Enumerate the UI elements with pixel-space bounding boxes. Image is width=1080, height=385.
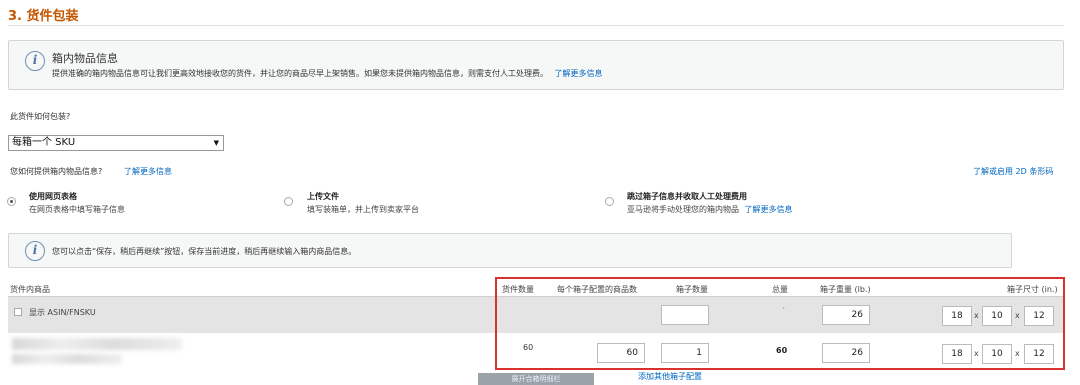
provide-learn-more-link[interactable]: 了解更多信息 (124, 166, 172, 177)
notice-text: 您可以点击“保存，稍后再继续”按钮，保存当前进度，稍后再继续输入箱内商品信息。 (52, 247, 357, 256)
blurred-product-sku (12, 354, 122, 364)
col-header-product: 货件内商品 (10, 285, 50, 294)
info-icon: i (25, 51, 45, 71)
option-web-form-desc: 在网页表格中填写箱子信息 (29, 205, 125, 214)
packing-question: 此货件如何包装? (10, 112, 71, 121)
info-panel-title: 箱内物品信息 (52, 52, 118, 65)
show-asin-label: 显示 ASIN/FNSKU (29, 308, 96, 317)
expand-box-details-button[interactable]: 展开合箱明细栏 (478, 373, 594, 385)
section-divider (8, 25, 1064, 26)
save-progress-notice: i 您可以点击“保存，稍后再继续”按钮，保存当前进度，稍后再继续输入箱内商品信息… (8, 233, 1012, 268)
option-upload-title: 上传文件 (307, 192, 339, 201)
option-upload-desc: 填写装箱单，并上传到卖家平台 (307, 205, 419, 214)
show-asin-checkbox[interactable] (14, 308, 22, 316)
option-skip-learn-more-link[interactable]: 了解更多信息 (745, 205, 793, 214)
info-icon: i (25, 241, 45, 261)
info-panel-text: 提供准确的箱内物品信息可让我们更高效地接收您的货件，并让您的商品尽早上架销售。如… (52, 68, 603, 79)
provide-info-question: 您如何提供箱内物品信息? (10, 167, 103, 176)
option-upload-radio[interactable] (284, 197, 293, 206)
blurred-product-name (12, 338, 182, 350)
packing-type-value: 每箱一个 SKU (12, 137, 76, 148)
info-learn-more-link[interactable]: 了解更多信息 (555, 69, 603, 78)
option-web-form-title: 使用网页表格 (29, 192, 77, 201)
option-skip-desc: 亚马逊将手动处理您的箱内物品 (627, 205, 739, 214)
info-panel-description: 提供准确的箱内物品信息可让我们更高效地接收您的货件，并让您的商品尽早上架销售。如… (52, 69, 548, 78)
dropdown-caret-icon: ▼ (213, 139, 219, 147)
add-box-config-link[interactable]: 添加其他箱子配置 (638, 371, 702, 382)
option-skip-radio[interactable] (605, 197, 614, 206)
option-skip-title: 跳过箱子信息并收取人工处理费用 (627, 192, 747, 201)
option-skip-desc-line: 亚马逊将手动处理您的箱内物品 了解更多信息 (627, 204, 793, 215)
section-title: 3. 货件包装 (8, 9, 79, 24)
barcode-2d-link[interactable]: 了解或启用 2D 条形码 (973, 166, 1053, 177)
packing-type-select[interactable]: 每箱一个 SKU ▼ (8, 135, 224, 151)
highlight-box (495, 277, 1065, 370)
option-web-form-radio[interactable] (7, 197, 16, 206)
box-contents-info-panel: i 箱内物品信息 提供准确的箱内物品信息可让我们更高效地接收您的货件，并让您的商… (8, 40, 1064, 90)
